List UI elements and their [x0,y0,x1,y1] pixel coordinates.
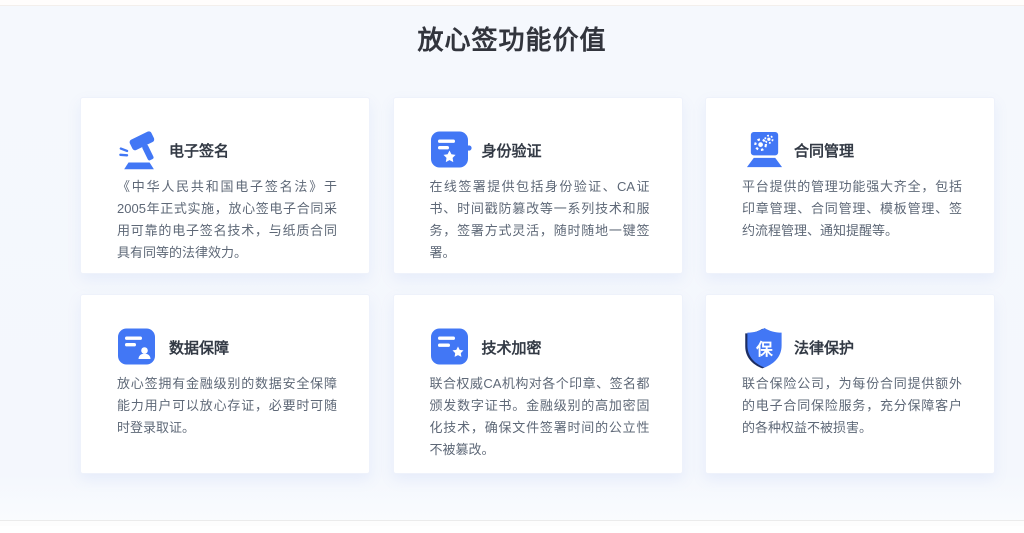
document-user-icon [117,325,163,369]
card-electronic-signature: 电子签名 《中华人民共和国电子签名法》于2005年正式实施，放心签电子合同采用可… [80,97,370,274]
card-description: 放心签拥有金融级别的数据安全保障能力用户可以放心存证，必要时可随时登录取证。 [117,373,337,439]
card-head: 技术加密 [430,325,650,369]
card-title: 电子签名 [169,140,229,161]
card-head: 数据保障 [117,325,337,369]
card-head: 保 法律保护 [742,325,962,369]
shield-badge-text: 保 [755,338,773,358]
card-description: 在线签署提供包括身份验证、CA证书、时间戳防篡改等一系列技术和服务，签署方式灵活… [430,176,650,264]
card-head: 身份验证 [430,128,650,172]
card-title: 法律保护 [794,337,854,358]
card-description: 联合权威CA机构对各个印章、签名都颁发数字证书。金融级别的高加密固化技术，确保文… [430,373,650,461]
section-title: 放心签功能价值 [0,6,1024,57]
card-description: 联合保险公司，为每份合同提供额外的电子合同保险服务，充分保障客户的各种权益不被损… [742,373,962,439]
card-title: 身份验证 [482,140,542,161]
card-legal-protection: 保 法律保护 联合保险公司，为每份合同提供额外的电子合同保险服务，充分保障客户的… [705,294,995,474]
card-contract-management: 合同管理 平台提供的管理功能强大齐全，包括印章管理、合同管理、模板管理、签约流程… [705,97,995,274]
card-description: 《中华人民共和国电子签名法》于2005年正式实施，放心签电子合同采用可靠的电子签… [117,176,337,264]
page-bottom-strip [0,520,1024,526]
certificate-badge-icon [430,128,476,172]
card-title: 数据保障 [169,337,229,358]
feature-value-section: 放心签功能价值 [0,6,1024,526]
card-identity-verification: 身份验证 在线签署提供包括身份验证、CA证书、时间戳防篡改等一系列技术和服务，签… [393,97,683,274]
gavel-icon [117,128,163,172]
document-star-icon [430,325,476,369]
card-data-protection: 数据保障 放心签拥有金融级别的数据安全保障能力用户可以放心存证，必要时可随时登录… [80,294,370,474]
shield-bao-icon: 保 [742,325,788,369]
card-description: 平台提供的管理功能强大齐全，包括印章管理、合同管理、模板管理、签约流程管理、通知… [742,176,962,242]
feature-cards-grid: 电子签名 《中华人民共和国电子签名法》于2005年正式实施，放心签电子合同采用可… [80,97,995,474]
laptop-gears-icon [742,128,788,172]
card-title: 合同管理 [794,140,854,161]
card-head: 电子签名 [117,128,337,172]
card-technical-encryption: 技术加密 联合权威CA机构对各个印章、签名都颁发数字证书。金融级别的高加密固化技… [393,294,683,474]
card-head: 合同管理 [742,128,962,172]
card-title: 技术加密 [482,337,542,358]
